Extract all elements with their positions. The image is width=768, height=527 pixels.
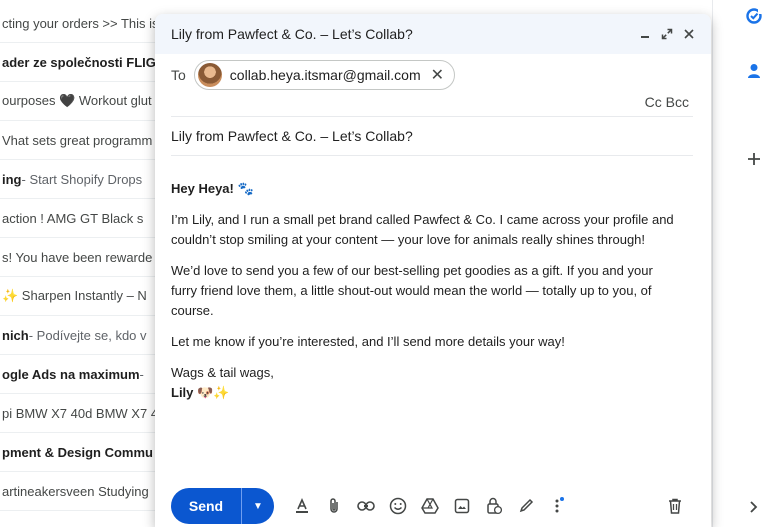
attach-icon[interactable]: [318, 490, 350, 522]
compose-header[interactable]: Lily from Pawfect & Co. – Let’s Collab?: [155, 14, 711, 54]
list-item[interactable]: artineakersveen Studying: [0, 472, 160, 511]
body-paragraph: We’d love to send you a few of our best-…: [171, 263, 653, 318]
link-icon[interactable]: [350, 490, 382, 522]
emoji-icon[interactable]: [382, 490, 414, 522]
list-item-sender: ing: [2, 171, 22, 187]
expand-panel-icon[interactable]: [745, 498, 763, 516]
format-text-icon[interactable]: [286, 490, 318, 522]
signature-pen-icon[interactable]: [510, 490, 542, 522]
tasks-icon[interactable]: [745, 7, 763, 25]
compose-window: Lily from Pawfect & Co. – Let’s Collab? …: [155, 14, 711, 527]
close-icon[interactable]: [679, 24, 699, 44]
send-button-group: Send ▼: [171, 488, 274, 524]
list-item[interactable]: ourposes 🖤 Workout glut: [0, 82, 160, 121]
list-item[interactable]: ✨ Sharpen Instantly – N: [0, 277, 160, 316]
list-item-snippet: artineakersveen Studying: [2, 483, 149, 499]
list-item-snippet: ourposes 🖤 Workout glut: [2, 93, 152, 108]
subject-field[interactable]: Lily from Pawfect & Co. – Let’s Collab?: [171, 128, 413, 144]
list-item[interactable]: pi BMW X7 40d BMW X7 4: [0, 394, 160, 433]
list-item[interactable]: action ! AMG GT Black s: [0, 199, 160, 238]
body-signature: Lily 🐶✨: [171, 385, 230, 400]
compose-title: Lily from Pawfect & Co. – Let’s Collab?: [171, 26, 413, 42]
list-item-snippet: ✨ Sharpen Instantly – N: [2, 288, 147, 303]
list-item-sender: ader ze společnosti FLIG: [2, 54, 156, 70]
body-greeting: Hey Heya! 🐾: [171, 181, 254, 196]
list-item-sender: pment & Design Commu: [2, 444, 153, 460]
message-body[interactable]: Hey Heya! 🐾 I’m Lily, and I run a small …: [171, 179, 681, 403]
minimize-icon[interactable]: [635, 24, 655, 44]
drive-icon[interactable]: [414, 490, 446, 522]
divider: [171, 155, 693, 156]
compose-toolbar: Send ▼: [171, 488, 701, 524]
list-item-snippet: - Start Shopify Drops: [21, 171, 143, 187]
body-paragraph: I’m Lily, and I run a small pet brand ca…: [171, 212, 674, 247]
list-item-snippet: action ! AMG GT Black s: [2, 210, 144, 226]
inbox-list: cting your orders >> This is ader ze spol…: [0, 0, 160, 527]
to-row[interactable]: To collab.heya.itsmar@gmail.com ✕: [171, 58, 693, 92]
recipient-email: collab.heya.itsmar@gmail.com: [229, 67, 421, 83]
body-paragraph: Let me know if you’re interested, and I’…: [171, 334, 565, 349]
lock-clock-icon[interactable]: [478, 490, 510, 522]
trash-icon[interactable]: [659, 490, 691, 522]
photo-icon[interactable]: [446, 490, 478, 522]
to-label: To: [171, 67, 186, 83]
list-item[interactable]: cting your orders >> This is: [0, 4, 160, 43]
list-item-sender: nich: [2, 327, 29, 343]
cc-bcc-toggle[interactable]: Cc Bcc: [645, 94, 689, 110]
list-item-snippet: Vhat sets great programm: [2, 132, 153, 148]
list-item-sender: ogle Ads na maximum: [2, 366, 140, 382]
body-signoff: Wags & tail wags,: [171, 365, 274, 380]
list-item[interactable]: ogle Ads na maximum -: [0, 355, 160, 394]
list-item-snippet: -: [139, 366, 144, 382]
list-item-snippet: - Podívejte se, kdo v: [28, 327, 147, 343]
list-item[interactable]: s! You have been rewarde: [0, 238, 160, 277]
send-options-icon[interactable]: ▼: [242, 488, 274, 524]
send-button[interactable]: Send: [171, 488, 241, 524]
avatar: [197, 63, 222, 87]
list-item-snippet: s! You have been rewarde: [2, 249, 153, 265]
list-item[interactable]: pment & Design Commu: [0, 433, 160, 472]
list-item[interactable]: ing - Start Shopify Drops: [0, 160, 160, 199]
list-item[interactable]: nich - Podívejte se, kdo v: [0, 316, 160, 355]
expand-icon[interactable]: [657, 24, 677, 44]
contacts-icon[interactable]: [745, 62, 763, 80]
list-item-snippet: cting your orders >> This is: [2, 15, 159, 31]
remove-recipient-icon[interactable]: ✕: [431, 65, 444, 85]
recipient-chip[interactable]: collab.heya.itsmar@gmail.com ✕: [193, 60, 456, 90]
more-options-icon[interactable]: [542, 490, 574, 522]
list-item-snippet: pi BMW X7 40d BMW X7 4: [2, 405, 159, 421]
add-icon[interactable]: [745, 150, 763, 168]
list-item[interactable]: Vhat sets great programm: [0, 121, 160, 160]
list-item[interactable]: ader ze společnosti FLIG: [0, 43, 160, 82]
divider: [171, 116, 693, 117]
